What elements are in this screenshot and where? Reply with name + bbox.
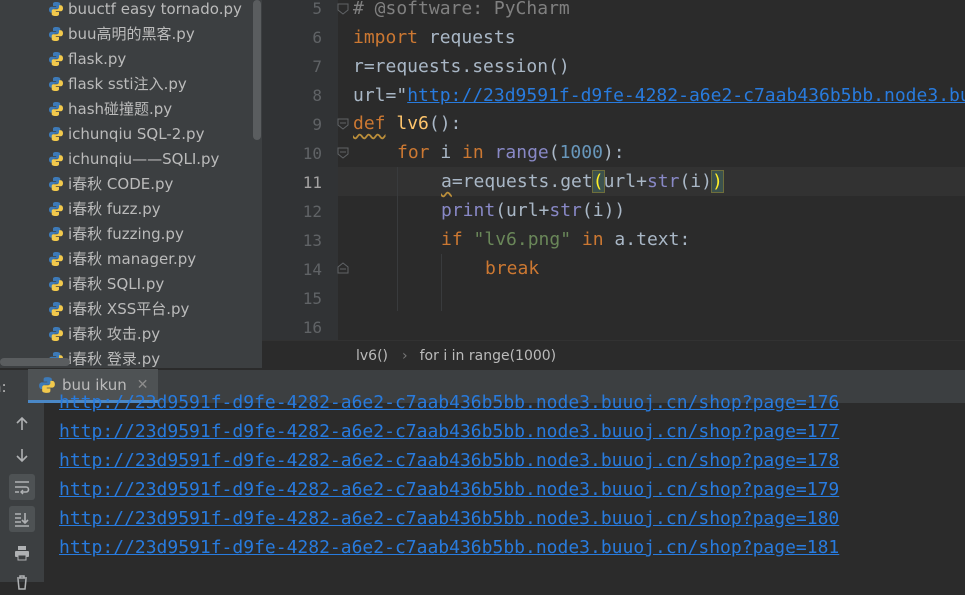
code-line-12: print(url+str(i)) (441, 200, 626, 221)
indent-guide (441, 254, 442, 311)
tree-item-file[interactable]: i春秋 SQLI.py (48, 271, 164, 296)
line-number: 9 (312, 115, 322, 134)
tree-item-label: i春秋 fuzz.py (68, 200, 161, 218)
run-panel-label: n: (0, 378, 7, 396)
tree-item-file[interactable]: i春秋 manager.py (48, 246, 196, 271)
print-icon[interactable] (9, 540, 35, 566)
tree-item-label: i春秋 fuzzing.py (68, 225, 184, 243)
python-file-icon (49, 251, 63, 266)
tree-scrollbar[interactable] (253, 0, 261, 140)
python-icon (39, 376, 55, 393)
breadcrumb-item-loop[interactable]: for i in range(1000) (420, 348, 557, 364)
console-output-link[interactable]: http://23d9591f-d9fe-4282-a6e2-c7aab436b… (59, 508, 839, 529)
indent-guide (397, 167, 398, 311)
python-file-icon (49, 76, 63, 91)
code-line-11: a=requests.get(url+str(i)) (441, 170, 724, 193)
tree-item-file[interactable]: flask.py (48, 46, 126, 71)
console-output-link[interactable]: http://23d9591f-d9fe-4282-a6e2-c7aab436b… (59, 537, 839, 558)
tree-item-label: i春秋 登录.py (68, 350, 161, 368)
arrow-up-icon[interactable] (9, 411, 35, 437)
code-line-8: url="http://23d9591f-d9fe-4282-a6e2-c7aa… (353, 85, 965, 106)
code-line-10: for i in range(1000): (397, 142, 625, 163)
python-file-icon (49, 151, 63, 166)
tree-item-file[interactable]: buuctf easy tornado.py (48, 0, 242, 21)
fold-marker-icon[interactable] (337, 147, 349, 159)
tree-item-label: i春秋 攻击.py (68, 325, 161, 343)
fold-end-marker-icon[interactable] (337, 262, 349, 274)
line-number: 11 (302, 173, 322, 192)
tree-item-label: flask.py (68, 49, 127, 68)
tree-item-file[interactable]: ichunqiu——SQLI.py (48, 146, 219, 171)
tree-item-file[interactable]: i春秋 XSS平台.py (48, 296, 189, 321)
tree-item-label: flask ssti注入.py (68, 75, 187, 93)
scroll-to-end-icon[interactable] (9, 506, 35, 532)
tree-item-file[interactable]: hash碰撞题.py (48, 96, 172, 121)
python-file-icon (49, 126, 63, 141)
close-tab-icon[interactable]: ✕ (137, 377, 149, 393)
python-file-icon (49, 301, 63, 316)
tree-item-file[interactable]: i春秋 fuzzing.py (48, 221, 184, 246)
code-line-14: break (485, 258, 540, 279)
line-number: 7 (312, 57, 322, 76)
console-output-link[interactable]: http://23d9591f-d9fe-4282-a6e2-c7aab436b… (59, 450, 839, 471)
arrow-down-icon[interactable] (9, 442, 35, 468)
tree-item-label: i春秋 manager.py (68, 250, 197, 268)
tree-item-label: ichunqiu——SQLI.py (68, 149, 220, 168)
line-number: 13 (302, 231, 322, 250)
tree-item-label: i春秋 XSS平台.py (68, 300, 190, 318)
console-output-link[interactable]: http://23d9591f-d9fe-4282-a6e2-c7aab436b… (59, 392, 839, 413)
python-file-icon (49, 1, 63, 16)
fold-marker-icon[interactable] (337, 3, 349, 15)
code-line-13: if "lv6.png" in a.text: (441, 229, 691, 250)
tree-item-label: buuctf easy tornado.py (68, 0, 242, 18)
line-number: 16 (302, 318, 322, 337)
line-number: 15 (302, 289, 322, 308)
python-file-icon (49, 26, 63, 41)
tree-item-file[interactable]: flask ssti注入.py (48, 71, 187, 96)
python-file-icon (49, 276, 63, 291)
line-number: 10 (302, 144, 322, 163)
code-line-9: def lv6(): (353, 113, 462, 134)
python-file-icon (49, 201, 63, 216)
tree-item-file[interactable]: buu高明的黑客.py (48, 21, 195, 46)
soft-wrap-icon[interactable] (9, 474, 35, 500)
breadcrumb-separator: › (402, 347, 408, 364)
fold-marker-icon[interactable] (337, 118, 349, 130)
line-number: 14 (302, 260, 322, 279)
python-file-icon (49, 101, 63, 116)
tree-item-label: i春秋 CODE.py (68, 175, 174, 193)
code-line-6: import requests (353, 27, 516, 48)
tree-item-file[interactable]: ichunqiu SQL-2.py (48, 121, 204, 146)
run-toolbar (0, 403, 44, 590)
code-line-7: r=requests.session() (353, 56, 570, 77)
console-output-link[interactable]: http://23d9591f-d9fe-4282-a6e2-c7aab436b… (59, 421, 839, 442)
trash-icon[interactable] (9, 569, 35, 595)
run-tab-title: buu ikun (62, 375, 127, 394)
breadcrumb-item-function[interactable]: lv6() (356, 348, 388, 364)
code-line-5: # @software: PyCharm (353, 0, 570, 19)
tree-item-label: ichunqiu SQL-2.py (68, 124, 205, 143)
tree-item-file[interactable]: i春秋 CODE.py (48, 171, 173, 196)
line-number: 6 (312, 28, 322, 47)
line-number: 5 (312, 0, 322, 18)
breadcrumb: lv6() › for i in range(1000) (262, 340, 965, 370)
python-file-icon (49, 226, 63, 241)
tree-item-file[interactable]: i春秋 fuzz.py (48, 196, 161, 221)
tree-item-label: hash碰撞题.py (68, 100, 173, 118)
tree-horizontal-scrollbar[interactable] (0, 358, 70, 366)
python-file-icon (49, 51, 63, 66)
tree-item-label: i春秋 SQLI.py (68, 275, 165, 293)
console-output-link[interactable]: http://23d9591f-d9fe-4282-a6e2-c7aab436b… (59, 479, 839, 500)
line-number: 8 (312, 86, 322, 105)
tree-item-label: buu高明的黑客.py (68, 25, 195, 43)
line-number: 12 (302, 202, 322, 221)
project-tree: buuctf easy tornado.py buu高明的黑客.py flask.p… (0, 0, 262, 368)
python-file-icon (49, 176, 63, 191)
tree-item-file[interactable]: i春秋 攻击.py (48, 321, 160, 346)
python-file-icon (49, 326, 63, 341)
